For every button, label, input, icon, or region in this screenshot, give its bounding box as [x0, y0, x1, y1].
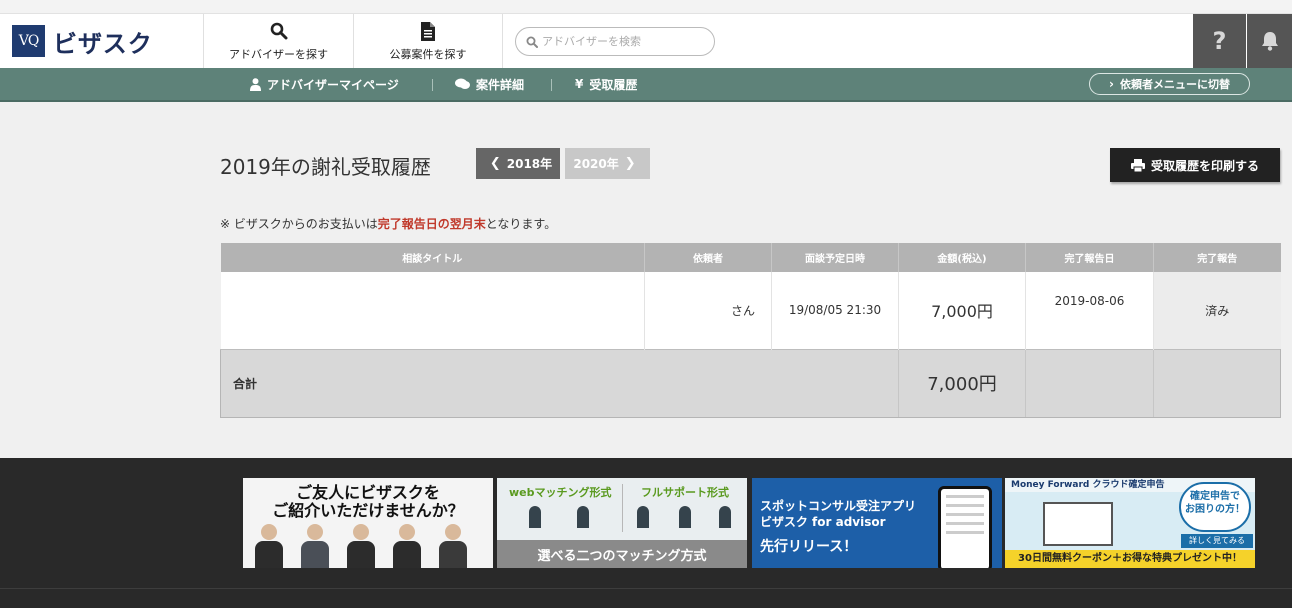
- table-row: さん 19/08/05 21:30 7,000円 2019-08-06 済み: [220, 272, 1281, 349]
- switch-to-client-menu-button[interactable]: › 依頼者メニューに切替: [1089, 73, 1250, 95]
- page-title: 2019年の謝礼受取履歴: [220, 155, 431, 179]
- search-icon: [204, 22, 353, 42]
- yen-icon: ¥: [575, 77, 584, 91]
- footer-divider: [0, 588, 1292, 589]
- cell-report-date: 2019-08-06: [1025, 272, 1154, 349]
- cell-report-status: 済み: [1153, 272, 1281, 349]
- column-header-title: 相談タイトル: [220, 243, 645, 272]
- banner-mf-bottom: 30日間無料クーポン＋お得な特典プレゼント中！: [1005, 550, 1255, 568]
- chevron-right-icon: ›: [1109, 77, 1114, 91]
- subnav-item-label: 受取履歴: [589, 77, 638, 92]
- banner-matching-left: webマッチング形式: [509, 486, 612, 499]
- banner-mf-more: 詳しく見てみる: [1181, 534, 1253, 548]
- print-history-label: 受取履歴を印刷する: [1150, 158, 1259, 173]
- next-year-label: 2020年: [573, 157, 619, 171]
- footer: ご友人にビザスクを ご紹介いただけませんか？ webマッチング形式 フルサポート…: [0, 458, 1292, 608]
- help-button[interactable]: ?: [1193, 14, 1246, 68]
- subnav-divider: [432, 79, 433, 91]
- top-strip: [0, 0, 1292, 14]
- banner-matching-bottom: 選べる二つのマッチング方式: [497, 540, 747, 568]
- advisor-search-input[interactable]: [542, 35, 702, 48]
- receipt-history-table: 相談タイトル 依頼者 面談予定日時 金額(税込) 完了報告日 完了報告 さん 1…: [220, 243, 1281, 418]
- bell-icon: [1261, 32, 1278, 51]
- cell-datetime: 19/08/05 21:30: [771, 272, 899, 349]
- payment-note-suffix: となります。: [485, 217, 557, 231]
- cell-client: さん: [644, 272, 772, 349]
- banner-app-release: 先行リリース！: [760, 539, 858, 555]
- table-header-row: 相談タイトル 依頼者 面談予定日時 金額(税込) 完了報告日 完了報告: [220, 243, 1281, 272]
- advisor-search: [515, 27, 715, 56]
- subnav-item-project-detail[interactable]: 案件詳細: [455, 68, 524, 100]
- table-total-row: 合計 7,000円: [220, 348, 1281, 418]
- column-header-client: 依頼者: [644, 243, 772, 272]
- question-icon: ?: [1212, 27, 1227, 55]
- subnav-item-label: 案件詳細: [476, 77, 525, 92]
- logo-mark: VQ: [12, 25, 45, 57]
- total-amount: 7,000円: [898, 348, 1026, 418]
- banner-referral[interactable]: ご友人にビザスクを ご紹介いただけませんか？: [243, 478, 493, 568]
- banner-matching-right: フルサポート形式: [641, 486, 729, 499]
- print-history-button[interactable]: 受取履歴を印刷する: [1110, 148, 1280, 182]
- search-icon: [526, 36, 538, 48]
- subnav-item-advisor-mypage[interactable]: アドバイザーマイページ: [250, 68, 399, 100]
- user-icon: [250, 77, 261, 91]
- printer-icon: [1130, 158, 1145, 172]
- total-label: 合計: [220, 348, 899, 418]
- phone-icon: [938, 486, 992, 568]
- column-header-amount: 金額(税込): [898, 243, 1026, 272]
- total-empty-cell: [1025, 348, 1154, 418]
- column-header-report-status: 完了報告: [1153, 243, 1281, 272]
- prev-year-label: 2018年: [506, 157, 553, 171]
- nav-find-projects[interactable]: 公募案件を探す: [353, 14, 503, 68]
- document-icon: [354, 22, 502, 42]
- banner-mf-badge: 確定申告で お困りの方！: [1179, 482, 1251, 532]
- nav-find-projects-label: 公募案件を探す: [389, 48, 467, 61]
- nav-find-advisor-label: アドバイザーを探す: [229, 48, 328, 61]
- column-header-datetime: 面談予定日時: [771, 243, 899, 272]
- banner-app-title: スポットコンサル受注アプリ ビザスク for advisor: [760, 499, 917, 529]
- banner-advisor-app[interactable]: スポットコンサル受注アプリ ビザスク for advisor 先行リリース！: [752, 478, 1002, 568]
- monitor-icon: [1043, 502, 1113, 546]
- notification-button[interactable]: [1247, 14, 1292, 68]
- chat-icon: [455, 78, 470, 90]
- subnav-item-label: アドバイザーマイページ: [267, 77, 399, 92]
- banner-referral-people: [255, 524, 467, 568]
- nav-find-advisor[interactable]: アドバイザーを探す: [203, 14, 353, 68]
- payment-note: ※ ビザスクからのお支払いは完了報告日の翌月末となります。: [220, 215, 556, 232]
- cell-title[interactable]: [220, 272, 645, 349]
- subnav-divider: [551, 79, 552, 91]
- banner-referral-text: ご友人にビザスクを ご紹介いただけませんか？: [272, 483, 464, 520]
- next-year-button[interactable]: 2020年 ❯: [565, 148, 650, 179]
- column-header-report-date: 完了報告日: [1025, 243, 1154, 272]
- banner-money-forward[interactable]: Money Forward クラウド確定申告 確定申告で お困りの方！ 詳しく見…: [1005, 478, 1255, 568]
- subnav-item-receipt-history[interactable]: ¥ 受取履歴: [575, 68, 637, 100]
- switch-to-client-menu-label: 依頼者メニューに切替: [1119, 78, 1230, 91]
- payment-note-prefix: ※ ビザスクからのお支払いは: [220, 217, 378, 231]
- logo-text: ビザスク: [53, 29, 153, 58]
- total-empty-cell: [1153, 348, 1281, 418]
- banner-matching-methods[interactable]: webマッチング形式 フルサポート形式 選べる二つのマッチング方式: [497, 478, 747, 568]
- payment-note-highlight: 完了報告日の翌月末: [377, 217, 486, 231]
- cell-amount: 7,000円: [898, 272, 1026, 349]
- header: VQ ビザスク アドバイザーを探す 公募案件を探す ?: [0, 14, 1292, 68]
- chevron-left-icon: ❮: [489, 156, 501, 171]
- prev-year-button[interactable]: ❮ 2018年: [476, 148, 560, 179]
- chevron-right-icon: ❯: [624, 156, 636, 171]
- logo[interactable]: VQ ビザスク: [12, 25, 153, 58]
- sub-navigation: アドバイザーマイページ 案件詳細 ¥ 受取履歴 › 依頼者メニューに切替: [0, 68, 1292, 102]
